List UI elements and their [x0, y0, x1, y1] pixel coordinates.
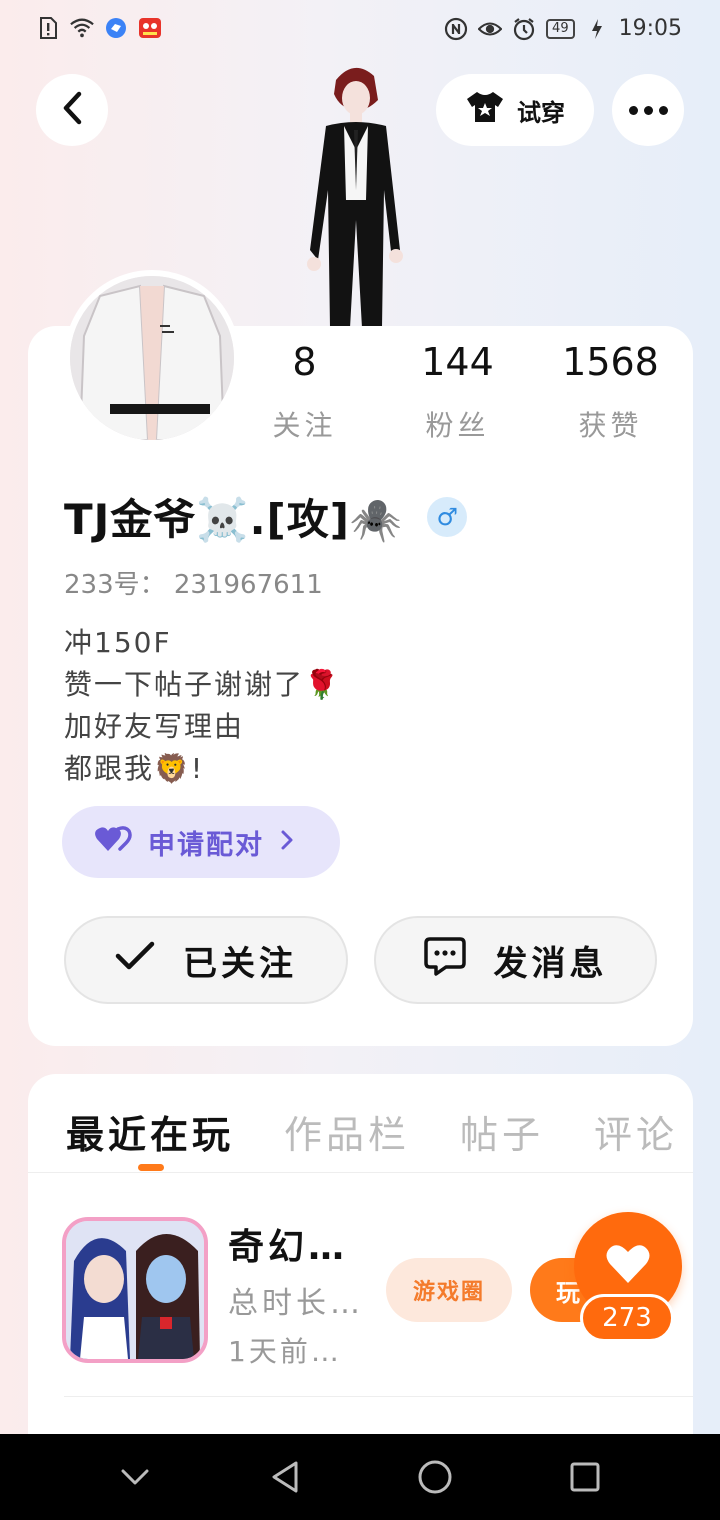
avatar-character-figure[interactable]: [296, 60, 416, 328]
content-tabs: 最近在玩 作品栏 帖子 评论: [66, 1104, 678, 1159]
outfit-shirt-icon: [465, 90, 505, 130]
app-notification-icon: [138, 16, 162, 40]
back-button[interactable]: [36, 74, 108, 146]
divider: [64, 1396, 693, 1397]
wifi-icon: [70, 16, 94, 40]
chevron-left-icon: [61, 91, 83, 129]
try-on-label: 试穿: [517, 98, 565, 127]
profile-name: TJ金爷☠️.[攻]🕷️: [64, 495, 404, 544]
stat-following[interactable]: 8 关注: [228, 340, 381, 444]
profile-stats: 8 关注 144 粉丝 1568 获赞: [228, 340, 688, 444]
avatar[interactable]: [64, 270, 240, 446]
stat-label: 关注: [272, 409, 337, 442]
stat-label: 粉丝: [425, 409, 490, 442]
stat-label: 获赞: [578, 409, 643, 442]
try-on-button[interactable]: 试穿: [436, 74, 594, 146]
heart-icon: [605, 1243, 651, 1289]
stat-value: 8: [292, 340, 317, 384]
tab-posts[interactable]: 帖子: [460, 1104, 544, 1159]
send-message-button[interactable]: 发消息: [374, 916, 657, 1004]
tab-recently-played[interactable]: 最近在玩: [66, 1104, 234, 1159]
status-bar: 49 19:05: [0, 0, 720, 60]
request-match-button[interactable]: 申请配对: [62, 806, 340, 878]
tab-works[interactable]: 作品栏: [284, 1104, 410, 1159]
chevron-right-icon: [280, 827, 294, 858]
following-label: 已关注: [183, 943, 297, 984]
bio-line: 都跟我🦁!: [64, 752, 205, 785]
game-icon[interactable]: [62, 1217, 208, 1363]
divider: [28, 1172, 693, 1173]
collapse-chevron-icon[interactable]: [105, 1447, 165, 1507]
bio-line: 加好友写理由: [64, 710, 245, 743]
hearts-icon: [94, 825, 132, 860]
name-row: TJ金爷☠️.[攻]🕷️ ♂: [64, 486, 468, 547]
stat-likes[interactable]: 1568 获赞: [534, 340, 687, 444]
more-dot: [628, 105, 638, 115]
chat-bubble-icon: [423, 936, 466, 985]
alarm-icon: [512, 17, 536, 41]
status-time: 19:05: [618, 16, 682, 41]
game-circle-button[interactable]: 游戏圈: [386, 1258, 512, 1322]
like-count: 273: [580, 1294, 674, 1342]
game-playtime: 总时长…: [228, 1286, 364, 1321]
profile-bio: 冲150F 赞一下帖子谢谢了🌹 加好友写理由 都跟我🦁!: [64, 622, 341, 790]
bio-line: 冲150F: [64, 626, 172, 659]
app-notification-icon: [104, 16, 128, 40]
nfc-icon: [444, 17, 468, 41]
nav-recents-icon[interactable]: [555, 1447, 615, 1507]
nav-back-icon[interactable]: [255, 1447, 315, 1507]
active-tab-indicator: [138, 1164, 164, 1171]
more-dot: [643, 105, 653, 115]
eye-comfort-icon: [478, 17, 503, 41]
stat-value: 1568: [562, 340, 659, 384]
stat-value: 144: [421, 340, 494, 384]
system-nav-bar: [0, 1434, 720, 1520]
sim-alert-icon: [36, 16, 60, 40]
battery-level: 49: [546, 18, 575, 39]
more-dot: [658, 105, 668, 115]
game-last-played: 1天前…: [228, 1335, 342, 1368]
game-title[interactable]: 奇幻…: [228, 1218, 348, 1270]
checkmark-icon: [115, 940, 155, 980]
male-gender-icon: ♂: [427, 496, 468, 537]
more-options-button[interactable]: [612, 74, 684, 146]
bio-line: 赞一下帖子谢谢了🌹: [64, 668, 341, 701]
send-message-label: 发消息: [493, 943, 608, 984]
stat-followers[interactable]: 144 粉丝: [381, 340, 534, 444]
tab-comments[interactable]: 评论: [594, 1104, 678, 1159]
user-id[interactable]: 233号： 231967611: [64, 564, 323, 601]
following-button[interactable]: 已关注: [64, 916, 348, 1004]
request-match-label: 申请配对: [148, 829, 264, 861]
nav-home-icon[interactable]: [405, 1447, 465, 1507]
charging-icon: [585, 17, 609, 41]
